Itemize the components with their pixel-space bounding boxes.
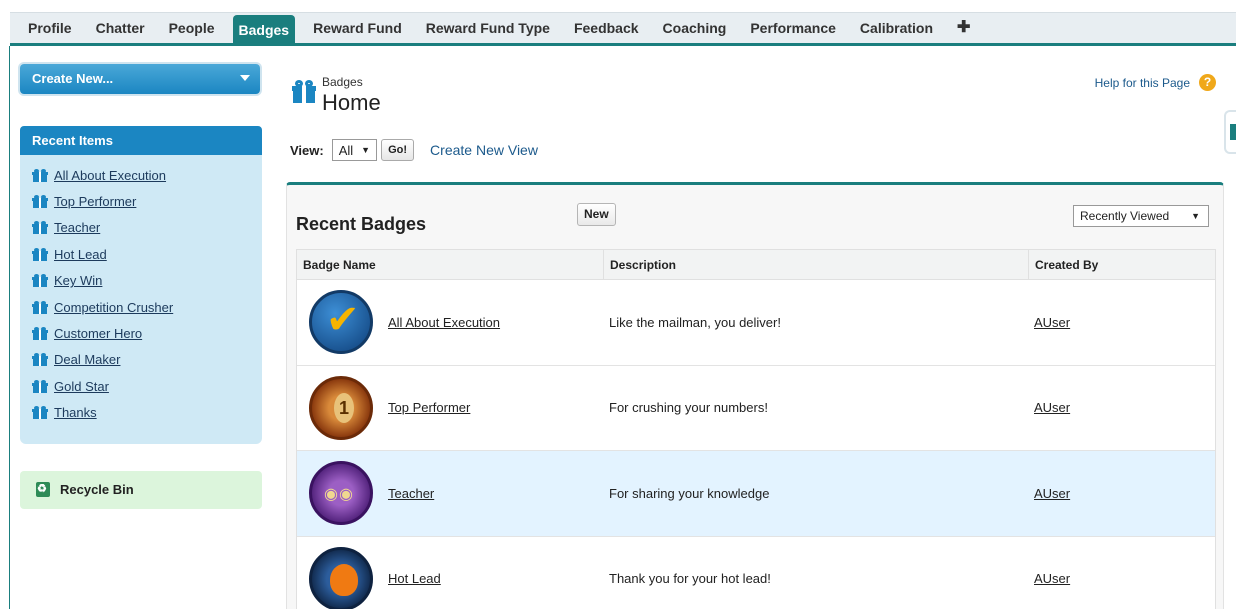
gift-icon xyxy=(292,80,316,104)
tab-feedback[interactable]: Feedback xyxy=(574,16,639,40)
gift-icon xyxy=(32,195,48,209)
page-subtitle: Badges xyxy=(322,75,363,89)
table-row: Teacher For sharing your knowledge AUser xyxy=(297,451,1215,537)
column-header-description[interactable]: Description xyxy=(603,250,1028,279)
help-link[interactable]: Help for this Page xyxy=(1095,76,1190,90)
recent-item-link[interactable]: Competition Crusher xyxy=(54,300,173,315)
created-by-link[interactable]: AUser xyxy=(1034,571,1070,586)
recent-items-title: Recent Items xyxy=(20,126,262,155)
created-by-link[interactable]: AUser xyxy=(1034,315,1070,330)
recently-viewed-value: Recently Viewed xyxy=(1080,209,1170,223)
collapse-sidebar-handle[interactable] xyxy=(1224,110,1236,154)
list-item: Top Performer xyxy=(32,188,262,214)
checkmark-badge-icon xyxy=(309,290,373,355)
badge-description: Thank you for your hot lead! xyxy=(609,571,771,587)
table-header: Badge Name Description Created By xyxy=(297,250,1215,280)
list-item: Key Win xyxy=(32,268,262,294)
gift-icon xyxy=(32,379,48,393)
recycle-bin-icon xyxy=(36,482,50,498)
recent-item-link[interactable]: Teacher xyxy=(54,220,100,235)
table-row: Top Performer For crushing your numbers!… xyxy=(297,366,1215,451)
list-item: Competition Crusher xyxy=(32,294,262,320)
list-item: Deal Maker xyxy=(32,347,262,373)
badge-name-link[interactable]: Hot Lead xyxy=(388,571,441,586)
page-left-border xyxy=(9,46,10,609)
recycle-bin-link[interactable]: Recycle Bin xyxy=(20,470,262,509)
tab-strip: Profile Chatter People Badges Reward Fun… xyxy=(10,12,1236,46)
tab-coaching[interactable]: Coaching xyxy=(663,16,727,40)
chevron-down-icon: ▼ xyxy=(361,145,371,155)
badge-name-link[interactable]: All About Execution xyxy=(388,315,500,330)
recent-items-panel: Recent Items All About Execution Top Per… xyxy=(20,126,262,444)
tab-bar: Profile Chatter People Badges Reward Fun… xyxy=(0,0,1236,46)
tab-profile[interactable]: Profile xyxy=(28,16,72,40)
help-icon[interactable]: ? xyxy=(1199,74,1216,91)
fire-fox-badge-icon xyxy=(309,546,373,609)
gift-icon xyxy=(32,327,48,341)
list-item: Customer Hero xyxy=(32,320,262,346)
badge-description: For sharing your knowledge xyxy=(609,485,770,501)
table-row: All About Execution Like the mailman, yo… xyxy=(297,280,1215,366)
recent-item-link[interactable]: Gold Star xyxy=(54,379,109,394)
chevron-down-icon: ▼ xyxy=(1191,211,1200,221)
recent-item-link[interactable]: Customer Hero xyxy=(54,326,142,341)
recent-item-link[interactable]: Top Performer xyxy=(54,194,136,209)
gift-icon xyxy=(32,300,48,314)
list-item: All About Execution xyxy=(32,162,262,188)
recent-badges-table: Badge Name Description Created By All Ab… xyxy=(296,249,1216,609)
list-item: Thanks xyxy=(32,400,262,426)
column-header-badge-name[interactable]: Badge Name xyxy=(297,258,603,272)
view-label: View: xyxy=(290,142,324,158)
recent-item-link[interactable]: Thanks xyxy=(54,405,97,420)
recently-viewed-select[interactable]: Recently Viewed ▼ xyxy=(1073,205,1209,227)
chevron-down-icon xyxy=(240,75,250,81)
tab-reward-fund-type[interactable]: Reward Fund Type xyxy=(426,16,550,40)
badge-name-link[interactable]: Teacher xyxy=(388,486,434,501)
new-badge-button[interactable]: New xyxy=(577,203,616,226)
gift-icon xyxy=(32,247,48,261)
create-new-dropdown[interactable]: Create New... xyxy=(20,64,260,94)
recycle-bin-label: Recycle Bin xyxy=(60,482,134,498)
tab-chatter[interactable]: Chatter xyxy=(96,16,145,40)
gift-icon xyxy=(32,406,48,420)
recent-badges-title: Recent Badges xyxy=(296,214,427,234)
view-selector: View: All ▼ Go! Create New View xyxy=(290,139,538,161)
add-tab-plus-icon[interactable]: ✚ xyxy=(957,16,970,40)
tab-calibration[interactable]: Calibration xyxy=(860,16,933,40)
page-title: Home xyxy=(322,90,381,115)
table-row: Hot Lead Thank you for your hot lead! AU… xyxy=(297,537,1215,609)
tab-reward-fund[interactable]: Reward Fund xyxy=(313,16,402,40)
recent-item-link[interactable]: Key Win xyxy=(54,273,102,288)
gift-icon xyxy=(32,168,48,182)
gift-icon xyxy=(32,353,48,367)
create-new-label: Create New... xyxy=(32,71,114,86)
list-item: Teacher xyxy=(32,215,262,241)
badge-description: Like the mailman, you deliver! xyxy=(609,314,781,330)
go-button[interactable]: Go! xyxy=(381,139,415,161)
badge-name-link[interactable]: Top Performer xyxy=(388,400,470,415)
recent-badges-panel: Recent Badges New Recently Viewed ▼ Badg… xyxy=(286,182,1224,609)
medal-badge-icon xyxy=(309,375,373,440)
tab-performance[interactable]: Performance xyxy=(750,16,836,40)
recent-items-list: All About Execution Top Performer Teache… xyxy=(20,155,262,444)
tab-badges[interactable]: Badges xyxy=(232,15,296,46)
created-by-link[interactable]: AUser xyxy=(1034,400,1070,415)
list-item: Hot Lead xyxy=(32,241,262,267)
recent-item-link[interactable]: Hot Lead xyxy=(54,247,107,262)
owl-badge-icon xyxy=(309,461,373,526)
badge-description: For crushing your numbers! xyxy=(609,400,768,416)
gift-icon xyxy=(32,221,48,235)
view-select[interactable]: All ▼ xyxy=(331,139,378,161)
sidebar: Create New... Recent Items All About Exe… xyxy=(20,64,262,509)
gift-icon xyxy=(32,274,48,288)
recent-item-link[interactable]: Deal Maker xyxy=(54,352,120,367)
recent-item-link[interactable]: All About Execution xyxy=(54,168,166,183)
create-new-view-link[interactable]: Create New View xyxy=(430,142,538,158)
view-select-value: All xyxy=(338,142,354,158)
tab-people[interactable]: People xyxy=(169,16,215,40)
created-by-link[interactable]: AUser xyxy=(1034,486,1070,501)
column-header-created-by[interactable]: Created By xyxy=(1028,250,1215,279)
list-item: Gold Star xyxy=(32,373,262,399)
